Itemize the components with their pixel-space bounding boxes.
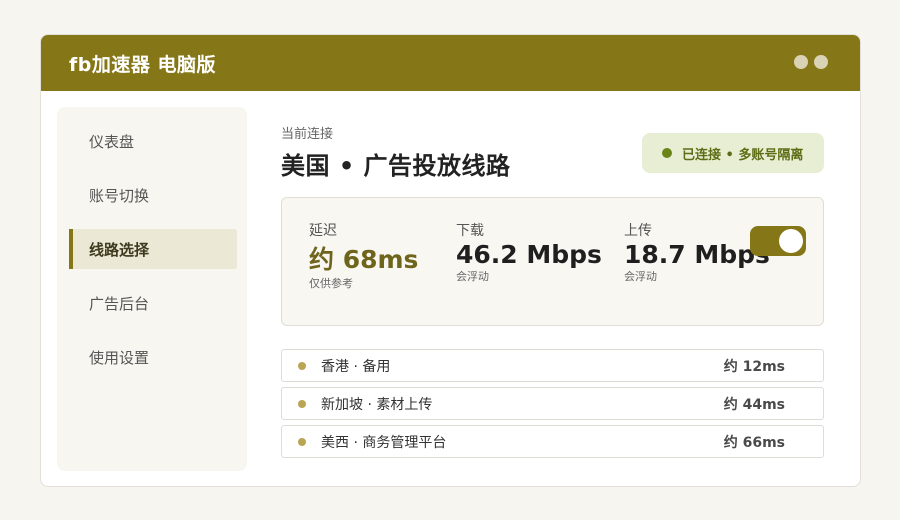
- upload-note: 会浮动: [624, 270, 657, 283]
- download-note: 会浮动: [456, 270, 489, 283]
- node-dot-icon: [298, 437, 306, 446]
- main-panel: 当前连接 美国 • 广告投放线路 已连接 • 多账号隔离 延迟 约 68ms 仅…: [281, 123, 824, 458]
- title-bar: fb加速器 电脑版: [41, 35, 860, 91]
- app-title: fb加速器 电脑版: [69, 53, 216, 76]
- node-name: 香港 · 备用: [321, 358, 391, 375]
- upload-label: 上传: [624, 223, 652, 239]
- sidebar-item-route-select[interactable]: 线路选择: [69, 229, 237, 269]
- node-latency: 约 66ms: [723, 434, 785, 451]
- node-name: 新加坡 · 素材上传: [321, 396, 433, 413]
- list-item[interactable]: 美西 · 商务管理平台 约 66ms: [281, 425, 824, 458]
- list-item[interactable]: 香港 · 备用 约 12ms: [281, 349, 824, 382]
- status-dot-icon: [662, 148, 672, 158]
- node-dot-icon: [298, 361, 306, 370]
- latency-value: 约 68ms: [309, 245, 419, 274]
- sidebar: 仪表盘 账号切换 线路选择 广告后台 使用设置: [57, 107, 247, 471]
- sidebar-item-dashboard[interactable]: 仪表盘: [69, 121, 237, 161]
- latency-label: 延迟: [309, 223, 337, 239]
- download-stat: 下载 46.2 Mbps 会浮动: [456, 220, 602, 284]
- window-controls: [794, 55, 828, 69]
- sidebar-item-account-switch[interactable]: 账号切换: [69, 175, 237, 215]
- status-text: 已连接 • 多账号隔离: [682, 147, 804, 163]
- node-latency: 约 12ms: [723, 358, 785, 375]
- node-list: 香港 · 备用 约 12ms 新加坡 · 素材上传 约 44ms 美西 · 商务…: [281, 349, 824, 463]
- app-window: fb加速器 电脑版 仪表盘 账号切换 线路选择 广告后台 使用设置 当前连接 美…: [40, 34, 861, 487]
- status-badge: 已连接 • 多账号隔离: [642, 133, 824, 173]
- sidebar-item-ads-backend[interactable]: 广告后台: [69, 283, 237, 323]
- upload-value: 18.7 Mbps: [624, 240, 770, 269]
- window-control-dot[interactable]: [794, 55, 808, 69]
- latency-stat: 延迟 约 68ms 仅供参考: [309, 220, 418, 291]
- window-control-dot[interactable]: [814, 55, 828, 69]
- node-latency: 约 44ms: [723, 396, 785, 413]
- node-name: 美西 · 商务管理平台: [321, 434, 447, 451]
- stats-card: 延迟 约 68ms 仅供参考 下载 46.2 Mbps 会浮动 上传 18.7 …: [281, 197, 824, 326]
- node-dot-icon: [298, 399, 306, 408]
- download-value: 46.2 Mbps: [456, 240, 602, 269]
- download-label: 下载: [456, 223, 484, 239]
- upload-stat: 上传 18.7 Mbps 会浮动: [624, 220, 770, 284]
- connection-toggle[interactable]: [750, 226, 806, 256]
- sidebar-item-settings[interactable]: 使用设置: [69, 337, 237, 377]
- list-item[interactable]: 新加坡 · 素材上传 约 44ms: [281, 387, 824, 420]
- latency-note: 仅供参考: [309, 277, 353, 290]
- toggle-knob: [779, 229, 803, 253]
